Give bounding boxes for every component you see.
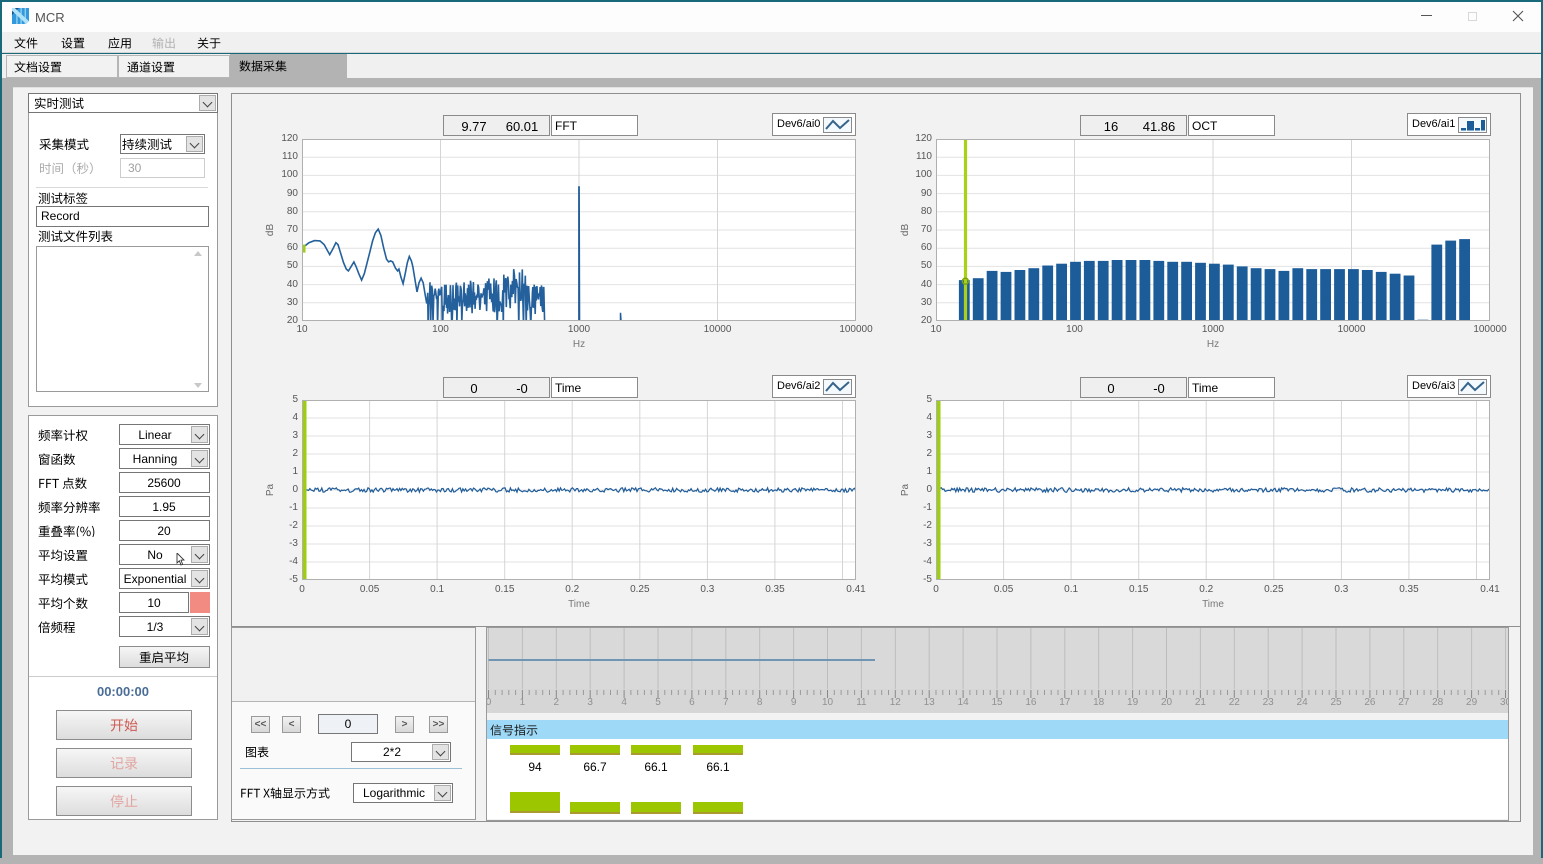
svg-text:29: 29	[1466, 697, 1478, 708]
svg-text:22: 22	[1229, 697, 1241, 708]
svg-text:11: 11	[856, 697, 867, 708]
svg-text:3: 3	[587, 697, 593, 708]
svg-text:30: 30	[1500, 697, 1508, 708]
svg-text:24: 24	[1297, 697, 1309, 708]
svg-text:0: 0	[487, 697, 492, 708]
svg-text:8: 8	[757, 697, 763, 708]
svg-text:15: 15	[991, 697, 1003, 708]
svg-text:6: 6	[689, 697, 695, 708]
svg-text:7: 7	[723, 697, 729, 708]
svg-text:12: 12	[890, 697, 902, 708]
svg-text:13: 13	[924, 697, 936, 708]
svg-text:10: 10	[822, 697, 834, 708]
svg-text:9: 9	[791, 697, 797, 708]
svg-text:21: 21	[1195, 697, 1207, 708]
svg-text:14: 14	[958, 697, 970, 708]
svg-text:18: 18	[1093, 697, 1105, 708]
svg-text:2: 2	[554, 697, 560, 708]
svg-text:27: 27	[1398, 697, 1410, 708]
svg-text:19: 19	[1127, 697, 1139, 708]
svg-text:20: 20	[1161, 697, 1173, 708]
svg-text:23: 23	[1263, 697, 1275, 708]
svg-text:28: 28	[1432, 697, 1444, 708]
svg-text:4: 4	[621, 697, 627, 708]
svg-text:5: 5	[655, 697, 661, 708]
svg-text:1: 1	[520, 697, 526, 708]
svg-text:26: 26	[1364, 697, 1376, 708]
svg-text:17: 17	[1059, 697, 1071, 708]
svg-text:25: 25	[1330, 697, 1342, 708]
svg-text:16: 16	[1025, 697, 1037, 708]
